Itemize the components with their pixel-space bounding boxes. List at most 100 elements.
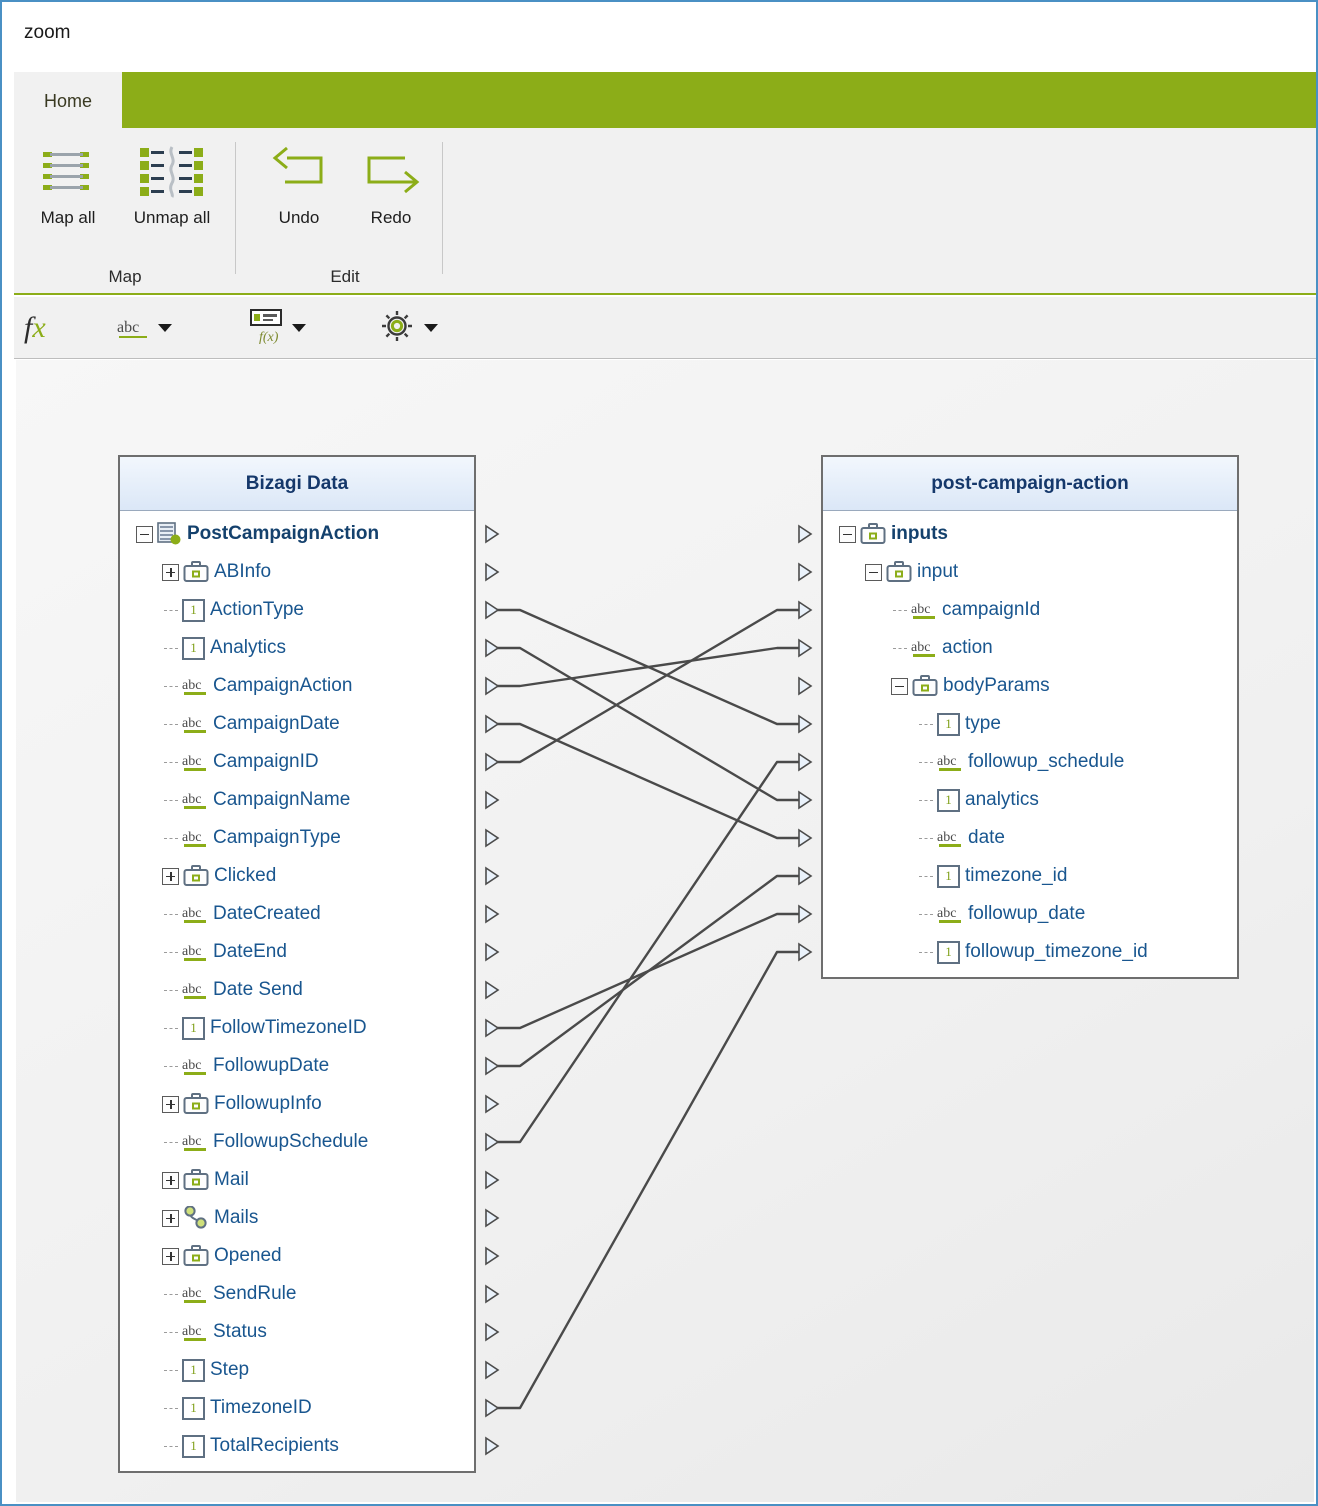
mapping-link[interactable] [492,950,805,1410]
tree-node[interactable]: abc SendRule [120,1275,500,1313]
mapping-port[interactable] [484,1094,500,1114]
tree-node[interactable]: abc followup_schedule [798,743,1237,781]
tree-node[interactable]: FollowupInfo [120,1085,500,1123]
mapping-port[interactable] [484,1322,500,1342]
expand-icon[interactable] [162,1171,179,1189]
expand-icon[interactable] [162,1095,179,1113]
expand-icon[interactable] [162,563,179,581]
mapping-port[interactable] [484,676,500,696]
tree-node[interactable]: Mail [120,1161,500,1199]
expand-icon[interactable] [162,1247,179,1265]
tree-node[interactable]: Mails [120,1199,500,1237]
collapse-icon[interactable] [839,525,856,543]
tree-node[interactable]: abc DateEnd [120,933,500,971]
chevron-down-icon[interactable] [158,324,172,332]
mapping-port[interactable] [484,1360,500,1380]
tree-node[interactable]: abc FollowupDate [120,1047,500,1085]
tree-node[interactable]: abc FollowupSchedule [120,1123,500,1161]
tree-node[interactable]: abc DateCreated [120,895,500,933]
tree-node[interactable]: abc CampaignID [120,743,500,781]
mapping-port[interactable] [484,980,500,1000]
mapping-port[interactable] [797,866,813,886]
tree-node[interactable]: 1 Step [120,1351,500,1389]
mapping-port[interactable] [797,562,813,582]
mapping-canvas[interactable]: Bizagi Data PostCampaignAction ABInfo 1 Act… [16,360,1314,1502]
expand-icon[interactable] [162,1209,179,1227]
tree-node[interactable]: 1 FollowTimezoneID [120,1009,500,1047]
mapping-port[interactable] [484,1056,500,1076]
mapping-port[interactable] [797,828,813,848]
tree-node[interactable]: 1 ActionType [120,591,500,629]
mapping-port[interactable] [484,600,500,620]
mapping-link[interactable] [492,646,805,802]
mapping-port[interactable] [484,942,500,962]
mapping-port[interactable] [484,524,500,544]
mapping-port[interactable] [484,1170,500,1190]
source-tree[interactable]: PostCampaignAction ABInfo 1 ActionType 1 Anal… [120,511,500,1471]
mapping-port[interactable] [484,1284,500,1304]
mapping-port[interactable] [484,866,500,886]
target-tree[interactable]: inputs input abc campaignId abc action bodyPar… [798,511,1237,977]
mapping-link[interactable] [492,722,805,840]
mapping-port[interactable] [484,638,500,658]
mapping-port[interactable] [797,904,813,924]
mapping-port[interactable] [797,638,813,658]
mapping-port[interactable] [797,524,813,544]
mapping-port[interactable] [484,828,500,848]
mapping-port[interactable] [484,1246,500,1266]
collapse-icon[interactable] [865,563,882,581]
tree-node[interactable]: Opened [120,1237,500,1275]
tree-node[interactable]: 1 timezone_id [798,857,1237,895]
tree-node[interactable]: 1 followup_timezone_id [798,933,1237,971]
chevron-down-icon[interactable] [292,324,306,332]
mapping-link[interactable] [492,646,805,688]
tree-node[interactable]: abc CampaignDate [120,705,500,743]
mapping-port[interactable] [484,1436,500,1456]
mapping-link[interactable] [492,608,805,764]
expand-icon[interactable] [162,867,179,885]
mapping-link[interactable] [492,608,805,726]
tree-node[interactable]: 1 type [798,705,1237,743]
function-button[interactable]: fx [24,305,46,351]
tree-node[interactable]: Clicked [120,857,500,895]
tree-node[interactable]: abc Date Send [120,971,500,1009]
mapping-port[interactable] [484,1398,500,1418]
tree-node[interactable]: PostCampaignAction [120,515,500,553]
mapping-port[interactable] [484,1208,500,1228]
tree-node[interactable]: abc CampaignName [120,781,500,819]
mapping-port[interactable] [797,790,813,810]
tab-home[interactable]: Home [14,72,122,130]
redo-button[interactable]: Redo [339,136,443,252]
mapping-port[interactable] [797,676,813,696]
chevron-down-icon[interactable] [424,324,438,332]
tree-node[interactable]: bodyParams [798,667,1237,705]
tree-node[interactable]: abc date [798,819,1237,857]
mapping-port[interactable] [797,714,813,734]
collapse-icon[interactable] [136,525,153,543]
mapping-link[interactable] [492,760,805,1144]
tree-node[interactable]: abc CampaignType [120,819,500,857]
tree-node[interactable]: 1 TotalRecipients [120,1427,500,1465]
tree-node[interactable]: input [798,553,1237,591]
tree-node[interactable]: 1 Analytics [120,629,500,667]
tree-node[interactable]: ABInfo [120,553,500,591]
collapse-icon[interactable] [891,677,908,695]
mapping-port[interactable] [484,1018,500,1038]
tree-node[interactable]: abc followup_date [798,895,1237,933]
tree-node[interactable]: abc campaignId [798,591,1237,629]
mapping-port[interactable] [797,942,813,962]
tree-node[interactable]: inputs [798,515,1237,553]
mapping-port[interactable] [484,752,500,772]
mapping-port[interactable] [484,562,500,582]
mapping-link[interactable] [492,912,805,1030]
tree-node[interactable]: 1 analytics [798,781,1237,819]
mapping-port[interactable] [797,752,813,772]
unmap-all-button[interactable]: Unmap all [120,136,224,252]
tree-node[interactable]: abc CampaignAction [120,667,500,705]
undo-button[interactable]: Undo [247,136,351,252]
mapping-link[interactable] [492,874,805,1068]
settings-tool-button[interactable] [379,305,438,351]
mapping-port[interactable] [484,714,500,734]
mapping-port[interactable] [484,790,500,810]
tree-node[interactable]: abc Status [120,1313,500,1351]
